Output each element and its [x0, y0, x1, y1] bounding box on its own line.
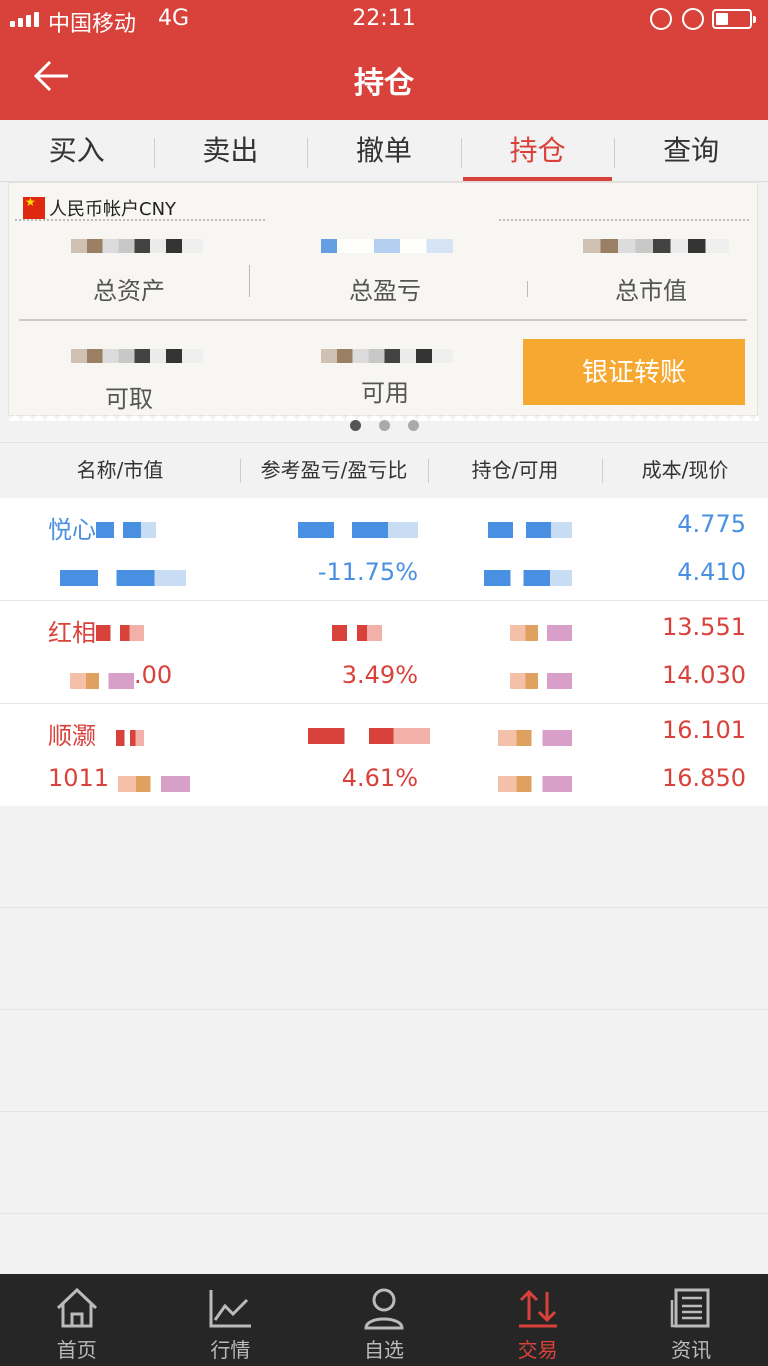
chart-icon — [209, 1290, 252, 1328]
masked-value — [321, 239, 453, 253]
page-dot[interactable] — [349, 420, 361, 431]
total-pl-label: 总盈亏 — [349, 277, 421, 305]
bank-transfer-button[interactable]: 银证转账 — [523, 339, 745, 405]
page-title: 持仓 — [354, 66, 414, 101]
pl-ratio: 3.49% — [341, 661, 418, 689]
page-dot[interactable] — [378, 420, 390, 431]
col-pl-ratio[interactable]: 参考盈亏/盈亏比 — [240, 443, 428, 498]
stock-name: 悦心 — [48, 516, 96, 544]
tabbar-label: 行情 — [210, 1338, 251, 1362]
tab-buy[interactable]: 买入 — [0, 120, 154, 181]
account-label: 人民币帐户CNY — [49, 199, 177, 220]
market-value-label: 总市值 — [615, 277, 687, 305]
account-header: 人民币帐户CNY — [23, 195, 176, 221]
divider — [249, 265, 250, 297]
tabbar-trade[interactable]: 交易 — [461, 1274, 615, 1366]
masked-value — [583, 239, 729, 253]
tab-query[interactable]: 查询 — [614, 120, 768, 181]
tabbar-news[interactable]: 资讯 — [614, 1274, 768, 1366]
divider — [0, 806, 768, 908]
tabbar-watchlist[interactable]: 自选 — [307, 1274, 461, 1366]
divider — [15, 219, 265, 221]
holdings-list: 悦心 4.775 -11.75% 4.410 红相 13.551 .00 3.4… — [0, 498, 768, 807]
home-icon — [56, 1287, 97, 1328]
divider — [0, 908, 768, 1010]
stock-name: 红相 — [48, 619, 96, 647]
col-cost-price[interactable]: 成本/现价 — [602, 443, 768, 498]
masked-value — [488, 522, 572, 538]
bottom-tab-bar: 首页 行情 自选 交易 资讯 — [0, 1274, 768, 1366]
masked-value — [498, 776, 572, 792]
top-bar: 中国移动 4G 22:11 持仓 — [0, 0, 768, 120]
tabbar-label: 自选 — [363, 1338, 404, 1362]
holding-row[interactable]: 顺灏 16.101 1011 4.61% 16.850 — [0, 704, 768, 807]
cost-price: 4.775 — [677, 510, 746, 538]
masked-value — [332, 625, 382, 641]
stock-name: 顺灏 — [48, 722, 96, 750]
tabbar-label: 首页 — [56, 1338, 97, 1362]
rotation-lock-icon — [650, 8, 672, 30]
news-icon — [670, 1288, 710, 1328]
holding-row[interactable]: 红相 13.551 .00 3.49% 14.030 — [0, 601, 768, 704]
masked-value — [498, 730, 572, 746]
cost-price: 16.101 — [662, 716, 746, 744]
masked-value — [71, 349, 203, 363]
masked-value — [60, 570, 186, 586]
current-price: 16.850 — [662, 764, 746, 792]
page-indicator — [0, 420, 768, 431]
masked-value — [70, 673, 134, 689]
market-value: .00 — [134, 661, 173, 689]
masked-value — [298, 522, 418, 538]
alarm-icon — [682, 8, 704, 30]
current-price: 14.030 — [662, 661, 746, 689]
page-dot[interactable] — [407, 420, 419, 431]
masked-value — [96, 625, 144, 641]
market-value: 1011 — [48, 764, 110, 792]
divider — [0, 1112, 768, 1214]
tab-sell[interactable]: 卖出 — [153, 120, 308, 181]
pl-ratio: 4.61% — [341, 764, 418, 792]
tabbar-market[interactable]: 行情 — [154, 1274, 308, 1366]
cost-price: 13.551 — [662, 613, 746, 641]
status-bar: 中国移动 4G 22:11 — [0, 0, 768, 40]
trade-icon — [518, 1289, 557, 1328]
china-flag-icon — [23, 195, 45, 219]
divider — [0, 1010, 768, 1112]
masked-value — [321, 349, 453, 363]
divider — [19, 319, 747, 321]
col-position[interactable]: 持仓/可用 — [428, 443, 602, 498]
masked-value — [71, 239, 203, 253]
divider — [527, 281, 528, 297]
masked-value — [510, 625, 572, 641]
person-icon — [364, 1288, 404, 1330]
empty-area — [0, 806, 768, 1272]
total-assets-label: 总资产 — [93, 277, 165, 305]
masked-value — [118, 776, 190, 792]
tabbar-label: 交易 — [517, 1338, 558, 1362]
pl-ratio: -11.75% — [317, 558, 418, 586]
tab-positions[interactable]: 持仓 — [460, 120, 615, 181]
current-price: 4.410 — [677, 558, 746, 586]
tabbar-home[interactable]: 首页 — [0, 1274, 154, 1366]
masked-value — [308, 728, 430, 744]
holdings-header: 名称/市值 参考盈亏/盈亏比 持仓/可用 成本/现价 — [0, 442, 768, 498]
masked-value — [96, 522, 156, 538]
available-label: 可用 — [361, 379, 409, 407]
tabbar-label: 资讯 — [671, 1338, 712, 1362]
masked-value — [484, 570, 572, 586]
col-name-value[interactable]: 名称/市值 — [0, 443, 240, 498]
account-card: 人民币帐户CNY 总资产 总盈亏 总市值 可取 可用 银证转账 — [8, 182, 759, 421]
tab-cancel[interactable]: 撤单 — [307, 120, 461, 181]
holding-row[interactable]: 悦心 4.775 -11.75% 4.410 — [0, 498, 768, 601]
battery-icon — [712, 9, 756, 29]
masked-value — [510, 673, 572, 689]
trade-tabs: 买入 卖出 撤单 持仓 查询 — [0, 120, 768, 182]
masked-value — [116, 730, 144, 746]
divider — [499, 219, 749, 221]
